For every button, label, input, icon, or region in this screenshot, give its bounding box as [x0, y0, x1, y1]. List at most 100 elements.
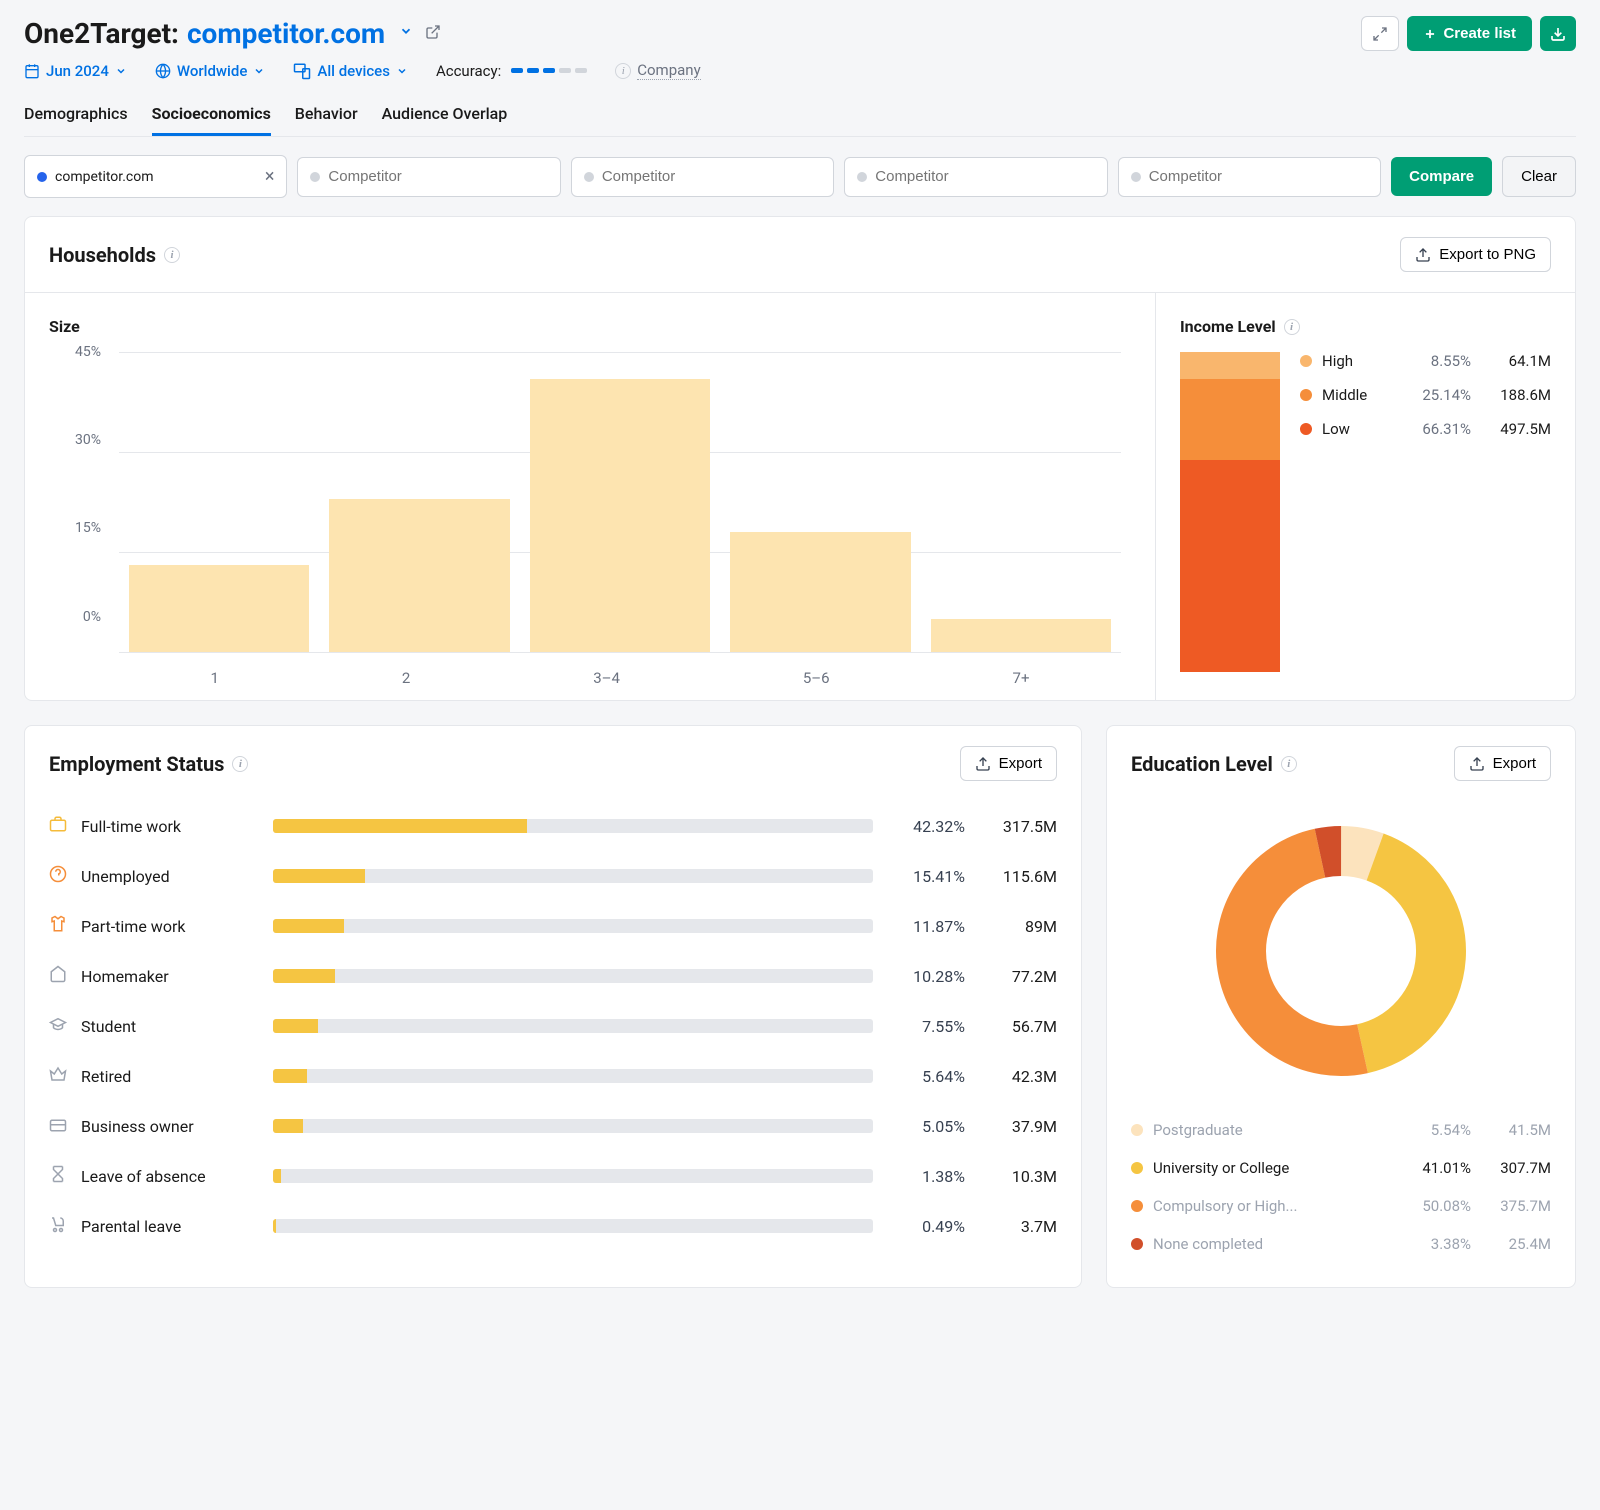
competitor-input-2[interactable]: [571, 157, 834, 197]
education-label: University or College: [1153, 1159, 1391, 1177]
employment-pct: 7.55%: [885, 1017, 965, 1036]
employment-bar: [273, 869, 873, 883]
y-tick: 15%: [75, 520, 101, 536]
legend-dot: [1300, 389, 1312, 401]
expand-button[interactable]: [1361, 16, 1399, 51]
accuracy-indicator: [511, 68, 587, 73]
competitor-input-3[interactable]: [844, 157, 1107, 197]
employment-bar: [273, 1119, 873, 1133]
education-val: 307.7M: [1481, 1159, 1551, 1177]
legend-dot: [1300, 355, 1312, 367]
income-segment: [1180, 379, 1280, 459]
size-bar: [129, 565, 309, 652]
domain-name[interactable]: competitor.com: [187, 17, 385, 50]
employment-label: Retired: [81, 1067, 261, 1086]
info-icon[interactable]: i: [1281, 756, 1297, 772]
education-label: None completed: [1153, 1235, 1391, 1253]
tab-audience-overlap[interactable]: Audience Overlap: [382, 94, 508, 136]
education-label: Postgraduate: [1153, 1121, 1391, 1139]
employment-label: Business owner: [81, 1117, 261, 1136]
employment-pct: 15.41%: [885, 867, 965, 886]
info-icon[interactable]: i: [1284, 319, 1300, 335]
donut-segment: [1241, 853, 1363, 1051]
company-link[interactable]: Company: [637, 61, 700, 80]
income-pct: 8.55%: [1401, 352, 1471, 370]
education-pct: 3.38%: [1401, 1235, 1471, 1253]
employment-val: 42.3M: [977, 1067, 1057, 1086]
export-button[interactable]: Export: [1454, 746, 1551, 781]
date-filter[interactable]: Jun 2024: [24, 62, 127, 80]
education-legend-row[interactable]: None completed 3.38% 25.4M: [1131, 1225, 1551, 1263]
employment-row: Full-time work 42.32% 317.5M: [49, 801, 1057, 851]
y-tick: 45%: [75, 344, 101, 360]
employment-val: 10.3M: [977, 1167, 1057, 1186]
education-val: 25.4M: [1481, 1235, 1551, 1253]
info-icon[interactable]: i: [232, 756, 248, 772]
close-icon[interactable]: ×: [265, 166, 275, 187]
legend-dot: [1300, 423, 1312, 435]
households-card: Households i Export to PNG Size 0%15%30%…: [24, 216, 1576, 701]
employment-label: Student: [81, 1017, 261, 1036]
size-bar: [730, 532, 910, 652]
accuracy-label: Accuracy:: [436, 62, 501, 80]
employment-pct: 11.87%: [885, 917, 965, 936]
tabs: Demographics Socioeconomics Behavior Audien…: [24, 94, 1576, 137]
income-pct: 66.31%: [1401, 420, 1471, 438]
tab-demographics[interactable]: Demographics: [24, 94, 128, 136]
employment-bar: [273, 1219, 873, 1233]
y-tick: 0%: [83, 609, 101, 625]
download-button[interactable]: [1540, 16, 1576, 51]
income-val: 64.1M: [1481, 352, 1551, 370]
legend-dot: [1131, 1162, 1143, 1174]
grad-icon: [49, 1015, 69, 1037]
employment-bar: [273, 1019, 873, 1033]
shirt-icon: [49, 915, 69, 937]
employment-bar: [273, 1069, 873, 1083]
competitor-input-1[interactable]: [297, 157, 560, 197]
size-title: Size: [49, 317, 1131, 336]
info-icon[interactable]: i: [164, 247, 180, 263]
x-label: 7+: [1013, 669, 1030, 687]
education-legend-row[interactable]: Postgraduate 5.54% 41.5M: [1131, 1111, 1551, 1149]
competitor-input-4[interactable]: [1118, 157, 1381, 197]
employment-bar: [273, 1169, 873, 1183]
employment-row: Retired 5.64% 42.3M: [49, 1051, 1057, 1101]
size-bar: [530, 379, 710, 652]
hourglass-icon: [49, 1165, 69, 1187]
external-link-icon[interactable]: [425, 24, 441, 44]
employment-val: 37.9M: [977, 1117, 1057, 1136]
employment-bar: [273, 969, 873, 983]
employment-val: 56.7M: [977, 1017, 1057, 1036]
employment-pct: 0.49%: [885, 1217, 965, 1236]
income-segment: [1180, 460, 1280, 672]
compare-button[interactable]: Compare: [1391, 157, 1492, 196]
tool-name: One2Target:: [24, 17, 179, 50]
region-filter[interactable]: Worldwide: [155, 62, 266, 80]
education-legend-row[interactable]: University or College 41.01% 307.7M: [1131, 1149, 1551, 1187]
chevron-down-icon[interactable]: [399, 24, 413, 44]
tab-behavior[interactable]: Behavior: [295, 94, 358, 136]
export-png-button[interactable]: Export to PNG: [1400, 237, 1551, 272]
education-legend-row[interactable]: Compulsory or High... 50.08% 375.7M: [1131, 1187, 1551, 1225]
employment-row: Parental leave 0.49% 3.7M: [49, 1201, 1057, 1251]
income-val: 188.6M: [1481, 386, 1551, 404]
export-button[interactable]: Export: [960, 746, 1057, 781]
size-bar: [931, 619, 1111, 652]
tab-socioeconomics[interactable]: Socioeconomics: [152, 94, 271, 136]
employment-title: Employment Status: [49, 752, 224, 776]
clear-button[interactable]: Clear: [1502, 156, 1576, 197]
x-label: 1: [210, 669, 218, 687]
employment-row: Part-time work 11.87% 89M: [49, 901, 1057, 951]
stroller-icon: [49, 1215, 69, 1237]
create-list-button[interactable]: Create list: [1407, 16, 1532, 51]
employment-pct: 1.38%: [885, 1167, 965, 1186]
crown-icon: [49, 1065, 69, 1087]
employment-card: Employment Status i Export Full-time wor…: [24, 725, 1082, 1288]
device-filter[interactable]: All devices: [293, 62, 408, 80]
competitor-chip-filled[interactable]: competitor.com ×: [24, 155, 287, 198]
info-icon[interactable]: i: [615, 63, 631, 79]
income-pct: 25.14%: [1401, 386, 1471, 404]
employment-pct: 10.28%: [885, 967, 965, 986]
employment-row: Leave of absence 1.38% 10.3M: [49, 1151, 1057, 1201]
donut-segment: [1363, 857, 1441, 1049]
